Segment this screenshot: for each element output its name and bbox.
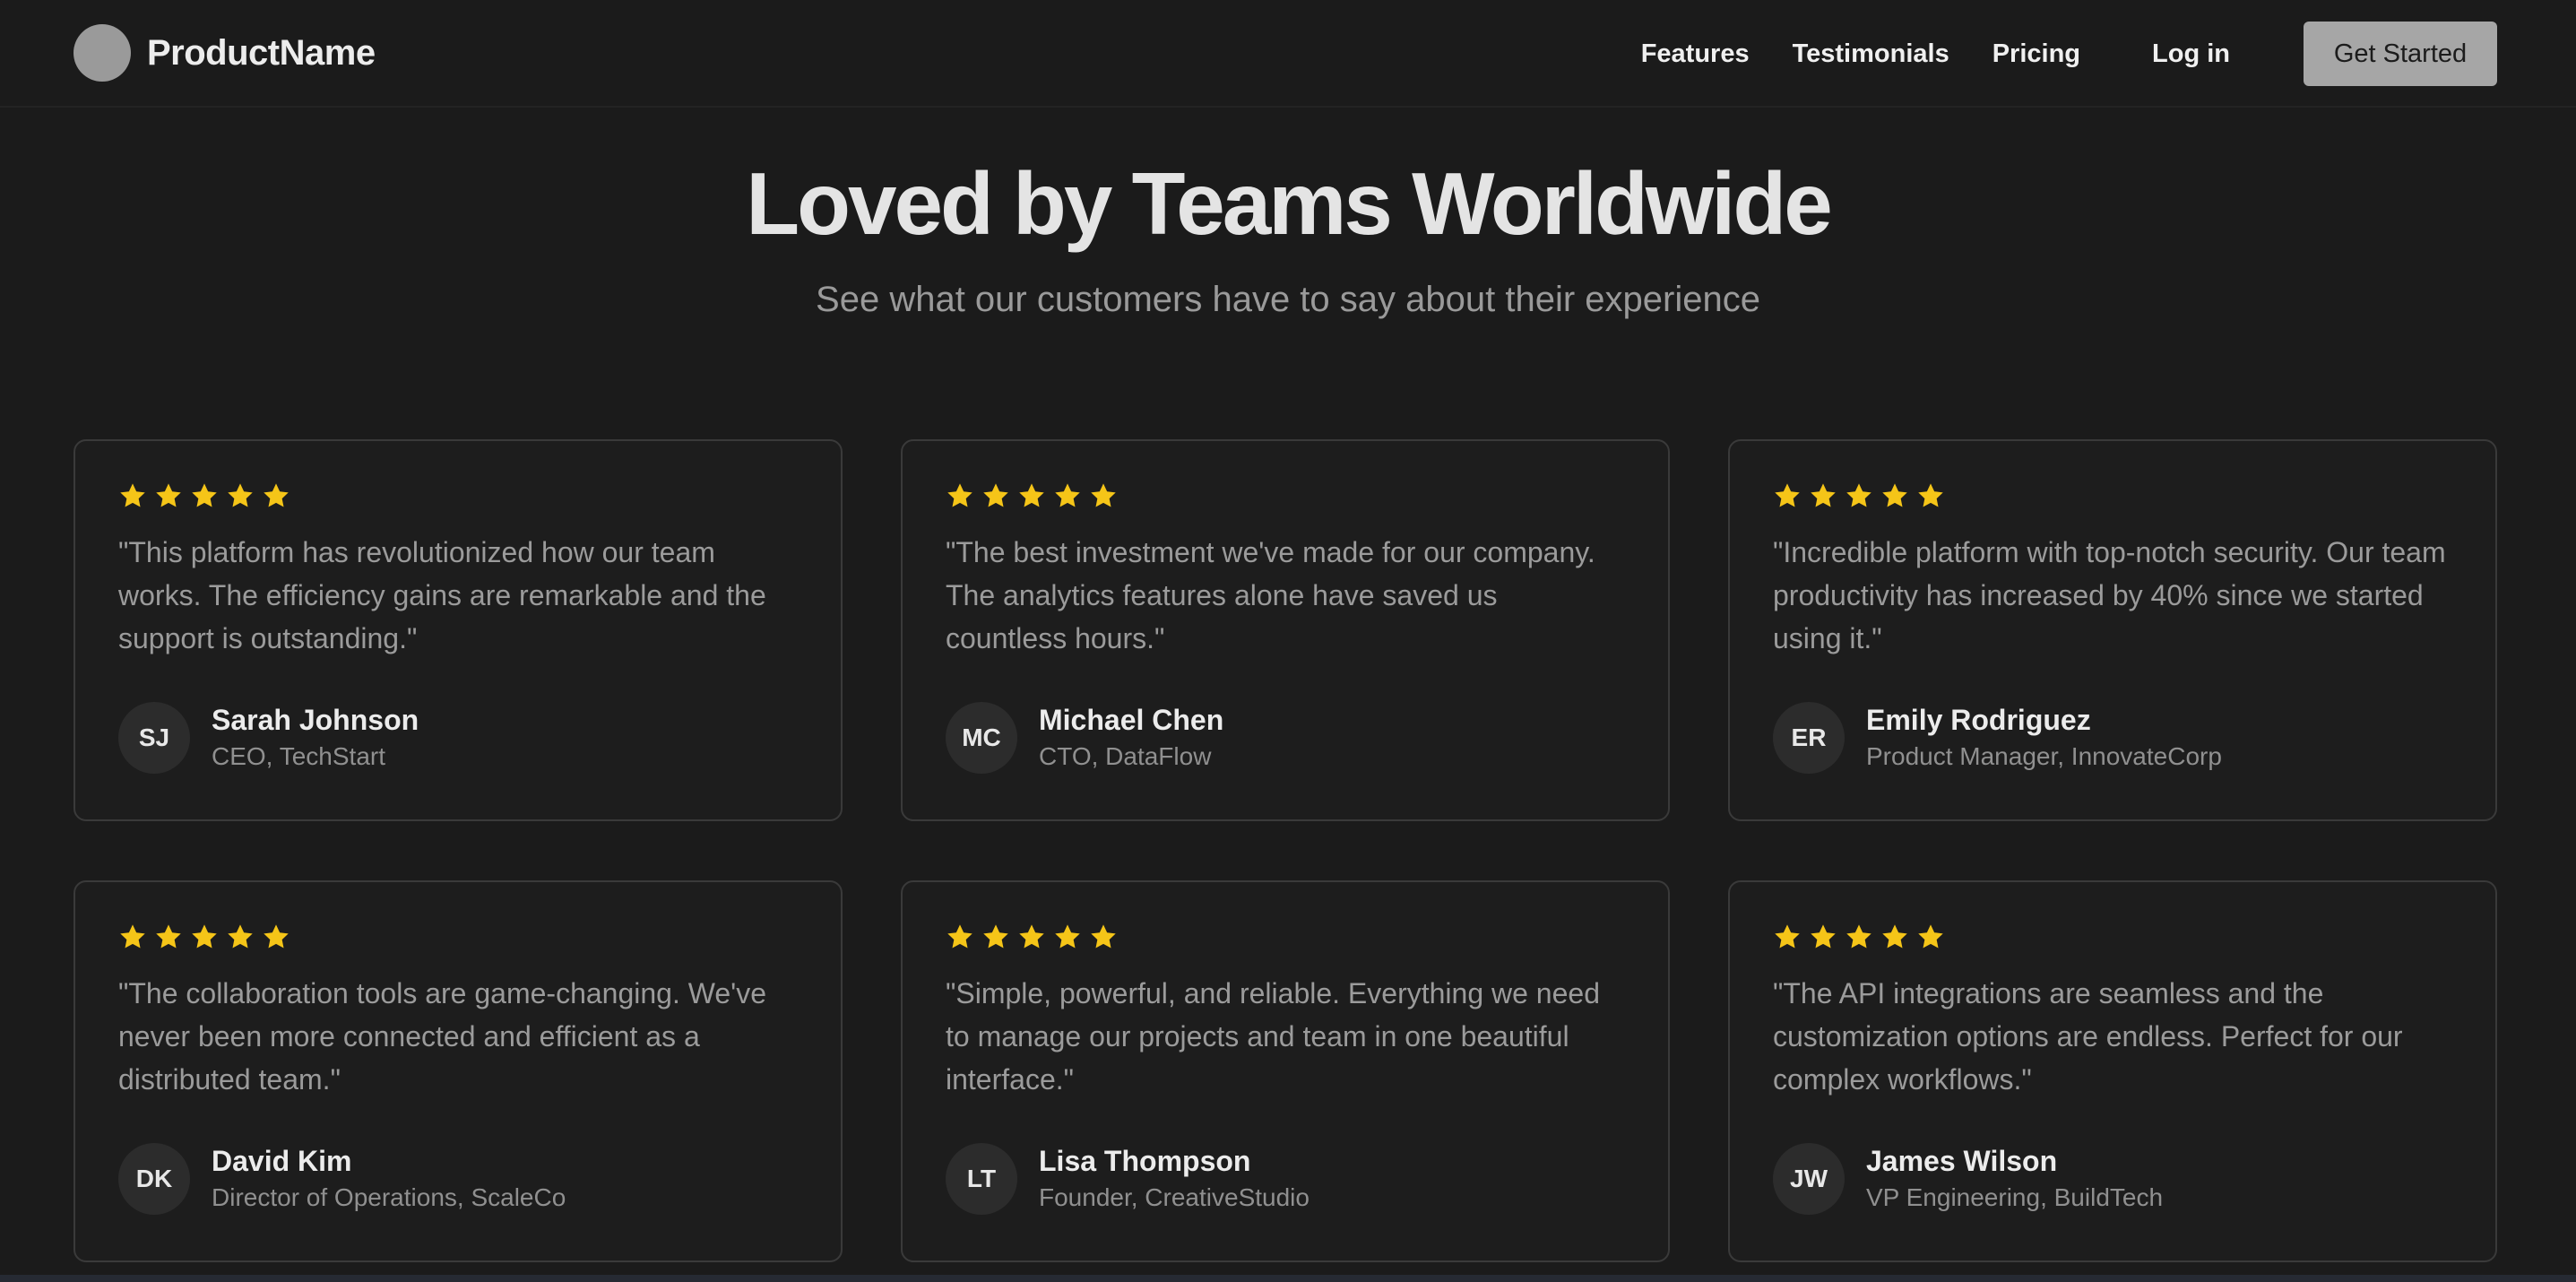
avatar: MC bbox=[946, 702, 1017, 774]
author-role: Founder, CreativeStudio bbox=[1039, 1183, 1310, 1211]
testimonial-quote: "The collaboration tools are game-changi… bbox=[118, 977, 767, 1096]
star-icon bbox=[1775, 483, 1800, 507]
star-icon bbox=[264, 924, 289, 949]
author-name: David Kim bbox=[212, 1145, 352, 1177]
star-icon bbox=[1918, 483, 1943, 507]
star-icon bbox=[1055, 924, 1080, 949]
star-icon bbox=[264, 483, 289, 507]
nav-links: Features Testimonials Pricing Log in Get… bbox=[1641, 22, 2497, 86]
page-subtitle: See what our customers have to say about… bbox=[816, 280, 1760, 319]
star-icon bbox=[947, 924, 972, 949]
star-icon bbox=[1811, 924, 1836, 949]
avatar: SJ bbox=[118, 702, 190, 774]
author-name: Michael Chen bbox=[1039, 704, 1224, 736]
login-link[interactable]: Log in bbox=[2152, 39, 2230, 69]
star-icon bbox=[947, 483, 972, 507]
testimonial-author: LT Lisa Thompson Founder, CreativeStudio bbox=[946, 1142, 1310, 1216]
star-icon bbox=[983, 483, 1008, 507]
testimonial-card: "Incredible platform with top-notch secu… bbox=[1728, 439, 2497, 821]
star-rating bbox=[946, 481, 1625, 511]
nav-link-testimonials[interactable]: Testimonials bbox=[1793, 39, 1949, 69]
star-icon bbox=[983, 924, 1008, 949]
star-icon bbox=[1846, 483, 1871, 507]
logo-icon bbox=[73, 24, 131, 82]
star-rating bbox=[946, 922, 1625, 952]
avatar: ER bbox=[1773, 702, 1845, 774]
testimonial-author: SJ Sarah Johnson CEO, TechStart bbox=[118, 701, 419, 775]
star-icon bbox=[1775, 924, 1800, 949]
author-name: Sarah Johnson bbox=[212, 704, 419, 736]
author-name: Lisa Thompson bbox=[1039, 1145, 1251, 1177]
testimonial-quote: "The best investment we've made for our … bbox=[946, 536, 1595, 654]
star-rating bbox=[1773, 481, 2452, 511]
star-icon bbox=[1055, 483, 1080, 507]
author-role: Director of Operations, ScaleCo bbox=[212, 1183, 566, 1211]
star-icon bbox=[120, 924, 145, 949]
author-name: James Wilson bbox=[1866, 1145, 2058, 1177]
star-icon bbox=[156, 483, 181, 507]
testimonial-card: "This platform has revolutionized how ou… bbox=[73, 439, 843, 821]
star-icon bbox=[1882, 483, 1907, 507]
testimonial-quote: "Incredible platform with top-notch secu… bbox=[1773, 536, 2446, 654]
testimonial-quote: "Simple, powerful, and reliable. Everyth… bbox=[946, 977, 1600, 1096]
nav-link-pricing[interactable]: Pricing bbox=[1993, 39, 2080, 69]
testimonial-quote: "This platform has revolutionized how ou… bbox=[118, 536, 766, 654]
star-icon bbox=[1846, 924, 1871, 949]
author-role: CTO, DataFlow bbox=[1039, 742, 1212, 770]
testimonial-author: DK David Kim Director of Operations, Sca… bbox=[118, 1142, 566, 1216]
avatar: LT bbox=[946, 1143, 1017, 1215]
star-icon bbox=[1019, 483, 1044, 507]
testimonial-quote: "The API integrations are seamless and t… bbox=[1773, 977, 2403, 1096]
testimonial-card: "The API integrations are seamless and t… bbox=[1728, 880, 2497, 1262]
testimonial-grid: "This platform has revolutionized how ou… bbox=[73, 439, 2497, 1262]
star-icon bbox=[1019, 924, 1044, 949]
star-icon bbox=[1918, 924, 1943, 949]
get-started-button[interactable]: Get Started bbox=[2304, 22, 2497, 86]
star-icon bbox=[228, 924, 253, 949]
brand-name: ProductName bbox=[147, 32, 376, 73]
author-name: Emily Rodriguez bbox=[1866, 704, 2091, 736]
testimonial-author: MC Michael Chen CTO, DataFlow bbox=[946, 701, 1223, 775]
avatar: JW bbox=[1773, 1143, 1845, 1215]
testimonial-card: "The best investment we've made for our … bbox=[901, 439, 1670, 821]
brand[interactable]: ProductName bbox=[73, 23, 376, 82]
star-icon bbox=[1811, 483, 1836, 507]
top-navbar: ProductName Features Testimonials Pricin… bbox=[0, 0, 2576, 108]
testimonial-card: "The collaboration tools are game-changi… bbox=[73, 880, 843, 1262]
testimonial-card: "Simple, powerful, and reliable. Everyth… bbox=[901, 880, 1670, 1262]
star-icon bbox=[1091, 483, 1116, 507]
star-icon bbox=[1091, 924, 1116, 949]
star-icon bbox=[1882, 924, 1907, 949]
nav-link-features[interactable]: Features bbox=[1641, 39, 1750, 69]
star-icon bbox=[228, 483, 253, 507]
author-role: CEO, TechStart bbox=[212, 742, 386, 770]
page-title: Loved by Teams Worldwide bbox=[746, 154, 1833, 253]
star-rating bbox=[118, 481, 798, 511]
star-rating bbox=[1773, 922, 2452, 952]
testimonial-author: JW James Wilson VP Engineering, BuildTec… bbox=[1773, 1142, 2163, 1216]
star-icon bbox=[120, 483, 145, 507]
author-role: VP Engineering, BuildTech bbox=[1866, 1183, 2164, 1211]
avatar: DK bbox=[118, 1143, 190, 1215]
star-rating bbox=[118, 922, 798, 952]
star-icon bbox=[192, 483, 217, 507]
star-icon bbox=[156, 924, 181, 949]
author-role: Product Manager, InnovateCorp bbox=[1866, 742, 2222, 770]
testimonial-author: ER Emily Rodriguez Product Manager, Inno… bbox=[1773, 701, 2222, 775]
star-icon bbox=[192, 924, 217, 949]
window-bottom-edge bbox=[0, 1275, 2576, 1282]
